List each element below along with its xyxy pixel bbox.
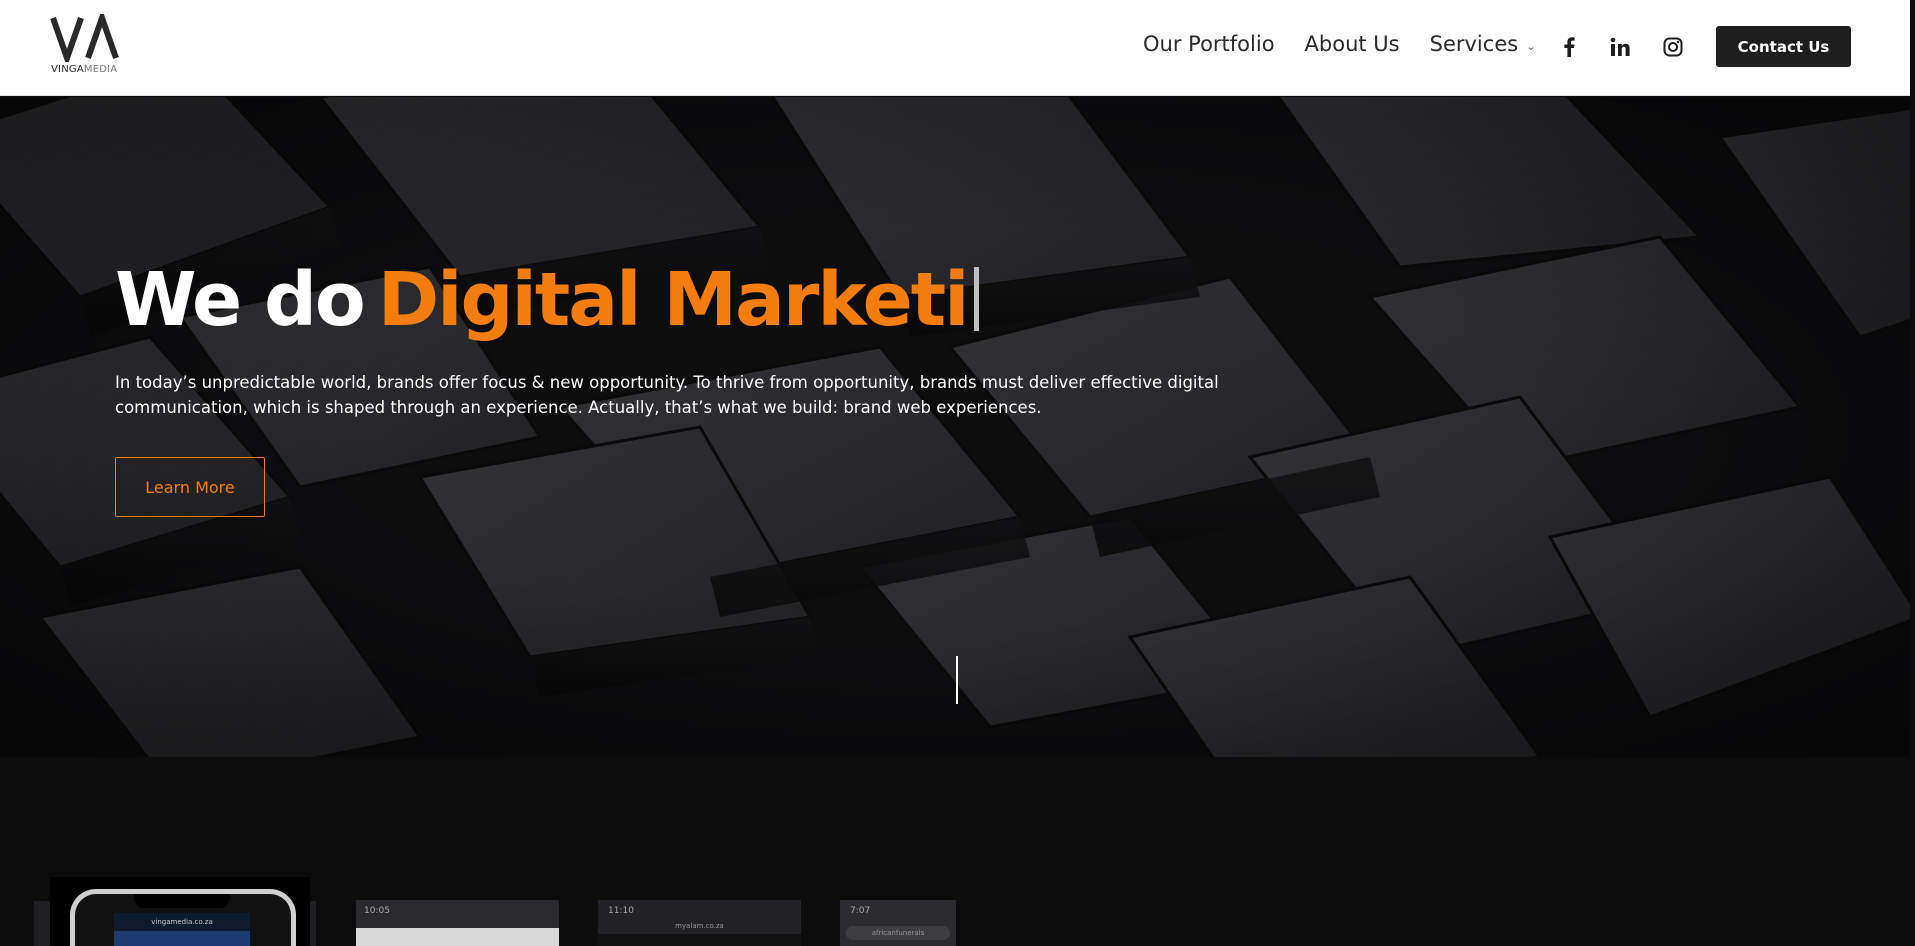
- phone-mockup[interactable]: vingamedia.co.za: [34, 877, 316, 946]
- hero-background-cubes: [0, 97, 1910, 757]
- nav-about-us[interactable]: About Us: [1305, 32, 1400, 56]
- nav-our-portfolio[interactable]: Our Portfolio: [1143, 32, 1275, 56]
- facebook-icon[interactable]: [1557, 35, 1581, 59]
- hero-heading-static: We do: [115, 257, 366, 343]
- portfolio-thumbnail[interactable]: 10:05: [356, 900, 559, 946]
- status-time: 10:05: [364, 906, 390, 916]
- status-time: 11:10: [608, 906, 634, 916]
- linkedin-icon[interactable]: [1608, 35, 1632, 59]
- portfolio-thumbnail[interactable]: 7:07 africanfunerals: [840, 900, 956, 946]
- status-time: 7:07: [850, 906, 871, 916]
- phone-url-bar: vingamedia.co.za: [114, 913, 250, 931]
- chevron-down-icon: ⌄: [1526, 39, 1536, 53]
- thumbnail-url: africanfunerals: [846, 926, 950, 940]
- nav-services[interactable]: Services ⌄: [1430, 32, 1536, 56]
- hero-heading-typed: Digital Marketi: [377, 257, 970, 343]
- hero-section: We do Digital Marketi In today’s unpredic…: [0, 97, 1910, 757]
- scroll-indicator[interactable]: [956, 656, 958, 704]
- thumbnail-url: myalam.co.za: [675, 922, 724, 930]
- learn-more-button[interactable]: Learn More: [115, 457, 265, 517]
- contact-us-button[interactable]: Contact Us: [1716, 26, 1851, 67]
- nav-services-label: Services: [1429, 32, 1519, 56]
- portfolio-thumbnail[interactable]: 11:10 myalam.co.za: [598, 900, 801, 946]
- brand-logo[interactable]: VINGAMEDIA: [50, 14, 122, 78]
- portfolio-strip: vingamedia.co.za 10:05 11:10 myalam.co.z…: [0, 757, 1910, 946]
- typing-caret: [973, 267, 979, 331]
- main-nav: Our Portfolio About Us Services ⌄: [1143, 32, 1565, 56]
- site-header: VINGAMEDIA Our Portfolio About Us Servic…: [0, 0, 1910, 96]
- hero-subtitle: In today’s unpredictable world, brands o…: [115, 373, 1219, 417]
- instagram-icon[interactable]: [1661, 35, 1685, 59]
- va-logo-icon: [50, 14, 119, 62]
- logo-wordmark: VINGAMEDIA: [51, 64, 118, 75]
- hero-heading: We do Digital Marketi: [115, 257, 979, 343]
